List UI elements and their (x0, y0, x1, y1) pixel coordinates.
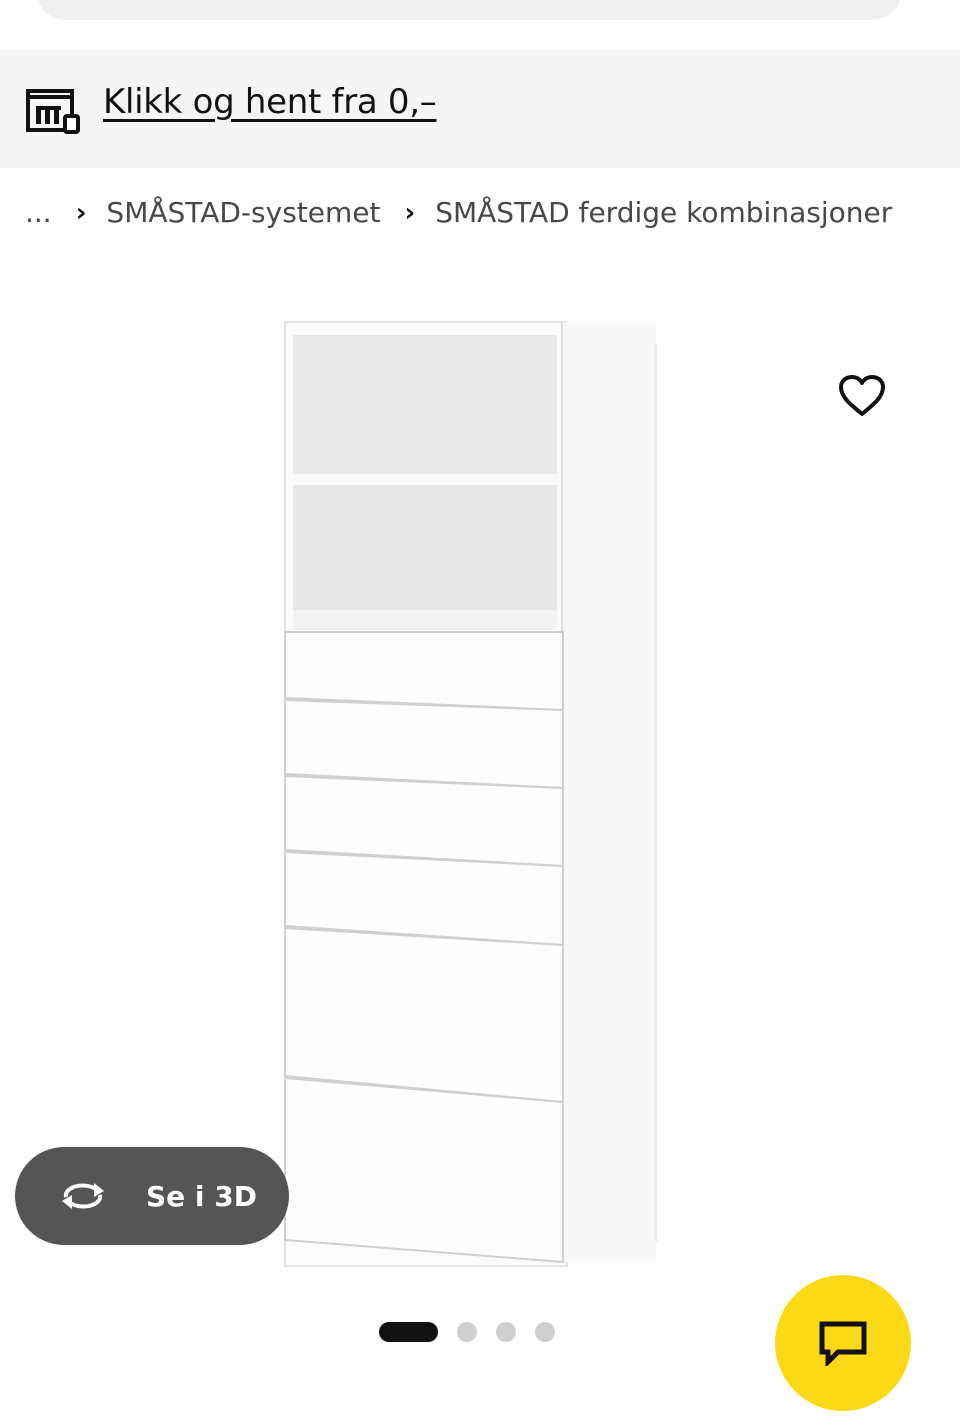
chevron-right-icon: › (404, 197, 416, 228)
chat-bubble-icon (819, 1321, 867, 1366)
carousel-dot-4[interactable] (535, 1322, 555, 1342)
heart-outline-icon (839, 375, 885, 416)
chat-button[interactable] (775, 1275, 911, 1411)
click-collect-link[interactable]: Klikk og hent fra 0,– (103, 82, 437, 122)
chevron-right-icon: › (75, 197, 87, 228)
view-in-3d-button[interactable]: Se i 3D (15, 1147, 289, 1245)
carousel-dot-1[interactable] (379, 1322, 438, 1342)
favourite-button[interactable] (836, 372, 888, 420)
breadcrumb: ... › SMÅSTAD-systemet › SMÅSTAD ferdige… (25, 196, 892, 229)
breadcrumb-item-smastad-system[interactable]: SMÅSTAD-systemet (106, 196, 380, 229)
breadcrumb-ellipsis[interactable]: ... (25, 196, 52, 229)
search-bar[interactable] (36, 0, 902, 20)
store-pickup-icon (26, 89, 80, 134)
view-in-3d-label: Se i 3D (146, 1179, 257, 1213)
carousel-dot-3[interactable] (496, 1322, 516, 1342)
rotate-3d-icon (62, 1183, 104, 1209)
carousel-indicator (379, 1322, 574, 1342)
product-image[interactable] (240, 300, 700, 1300)
breadcrumb-item-smastad-combinations[interactable]: SMÅSTAD ferdige kombinasjoner (435, 196, 892, 229)
carousel-dot-2[interactable] (457, 1322, 477, 1342)
